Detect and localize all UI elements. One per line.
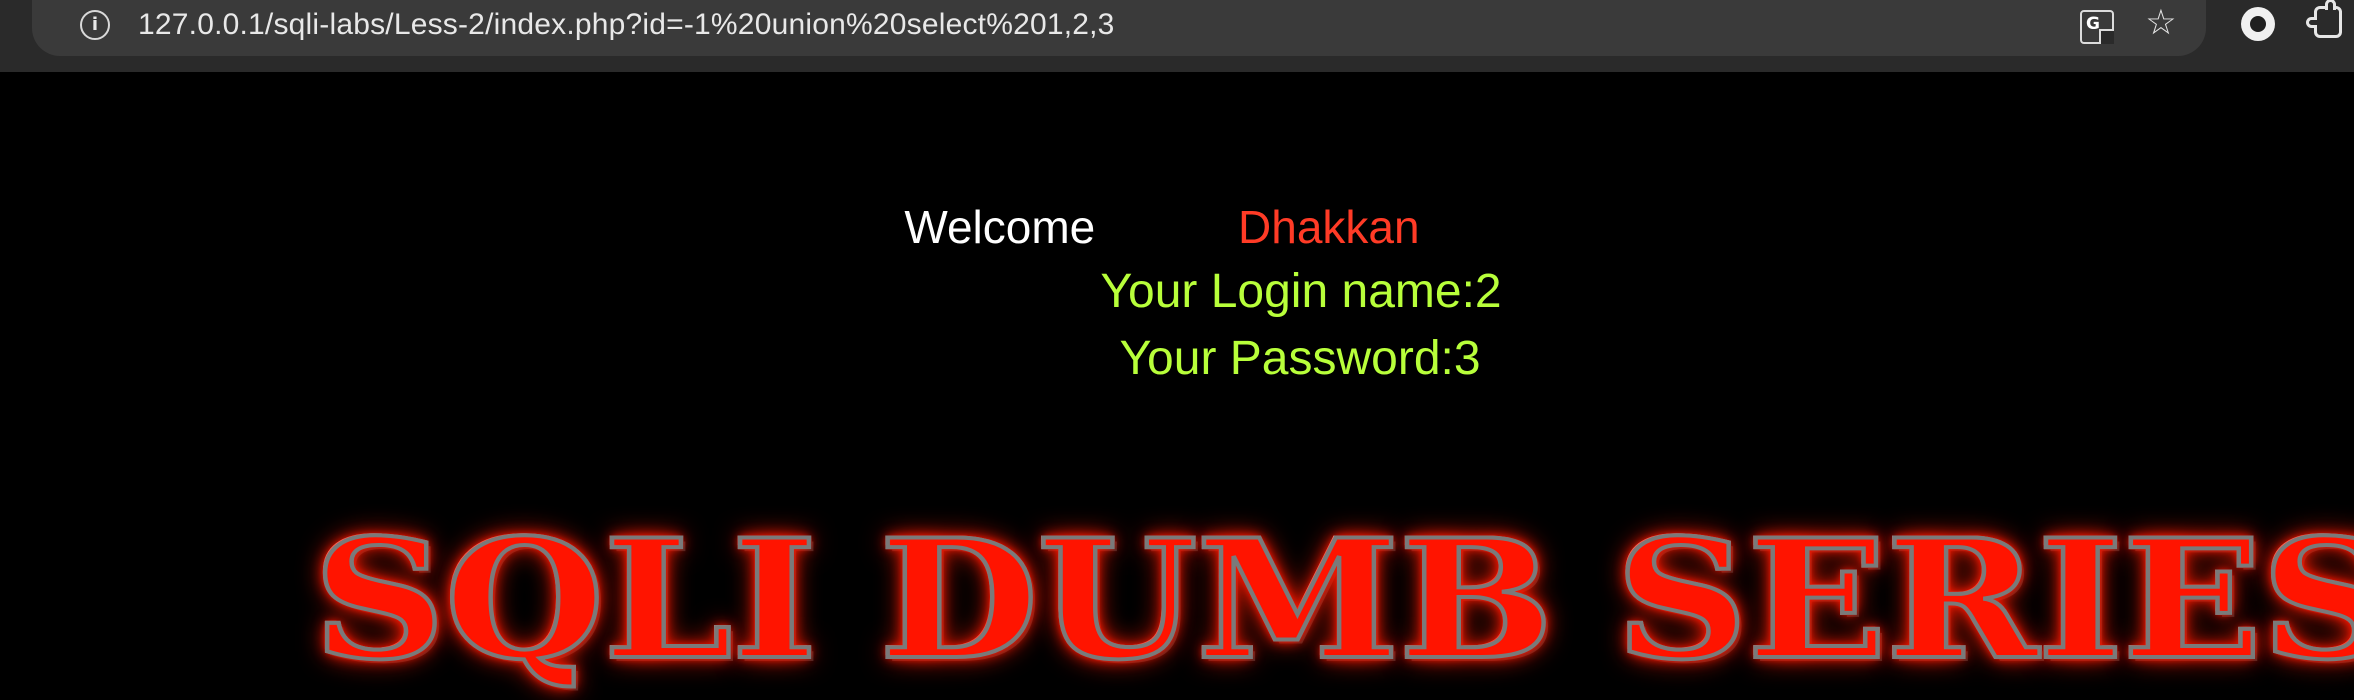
login-name-label: Your Login name: [1100, 265, 1475, 318]
password-line: Your Password:3 [123, 329, 2354, 389]
star-icon[interactable]: ☆ [2143, 5, 2179, 41]
url-text[interactable]: 127.0.0.1/sqli-labs/Less-2/index.php?id=… [138, 8, 1115, 42]
logo-text: SQLI DUMB SERIES-2 [311, 516, 2354, 684]
welcome-line: Welcome Dhakkan [0, 198, 2354, 256]
sqli-dumb-series-logo: SQLI DUMB SERIES-2 [311, 516, 2354, 684]
profile-icon[interactable] [2241, 7, 2275, 41]
browser-toolbar: i 127.0.0.1/sqli-labs/Less-2/index.php?i… [0, 0, 2354, 72]
welcome-label: Welcome [904, 201, 1096, 253]
info-icon[interactable]: i [80, 10, 110, 40]
password-value: 3 [1453, 332, 1481, 385]
password-label: Your Password: [1119, 332, 1454, 385]
page-content: Welcome Dhakkan Your Login name:2 Your P… [0, 72, 2354, 700]
address-bar[interactable]: i 127.0.0.1/sqli-labs/Less-2/index.php?i… [32, 0, 2206, 56]
translate-icon[interactable] [2080, 10, 2114, 44]
login-name-line: Your Login name:2 [124, 262, 2354, 322]
puzzle-icon[interactable] [2306, 0, 2342, 38]
login-name-value: 2 [1474, 265, 1502, 318]
welcome-name: Dhakkan [1238, 201, 1420, 253]
